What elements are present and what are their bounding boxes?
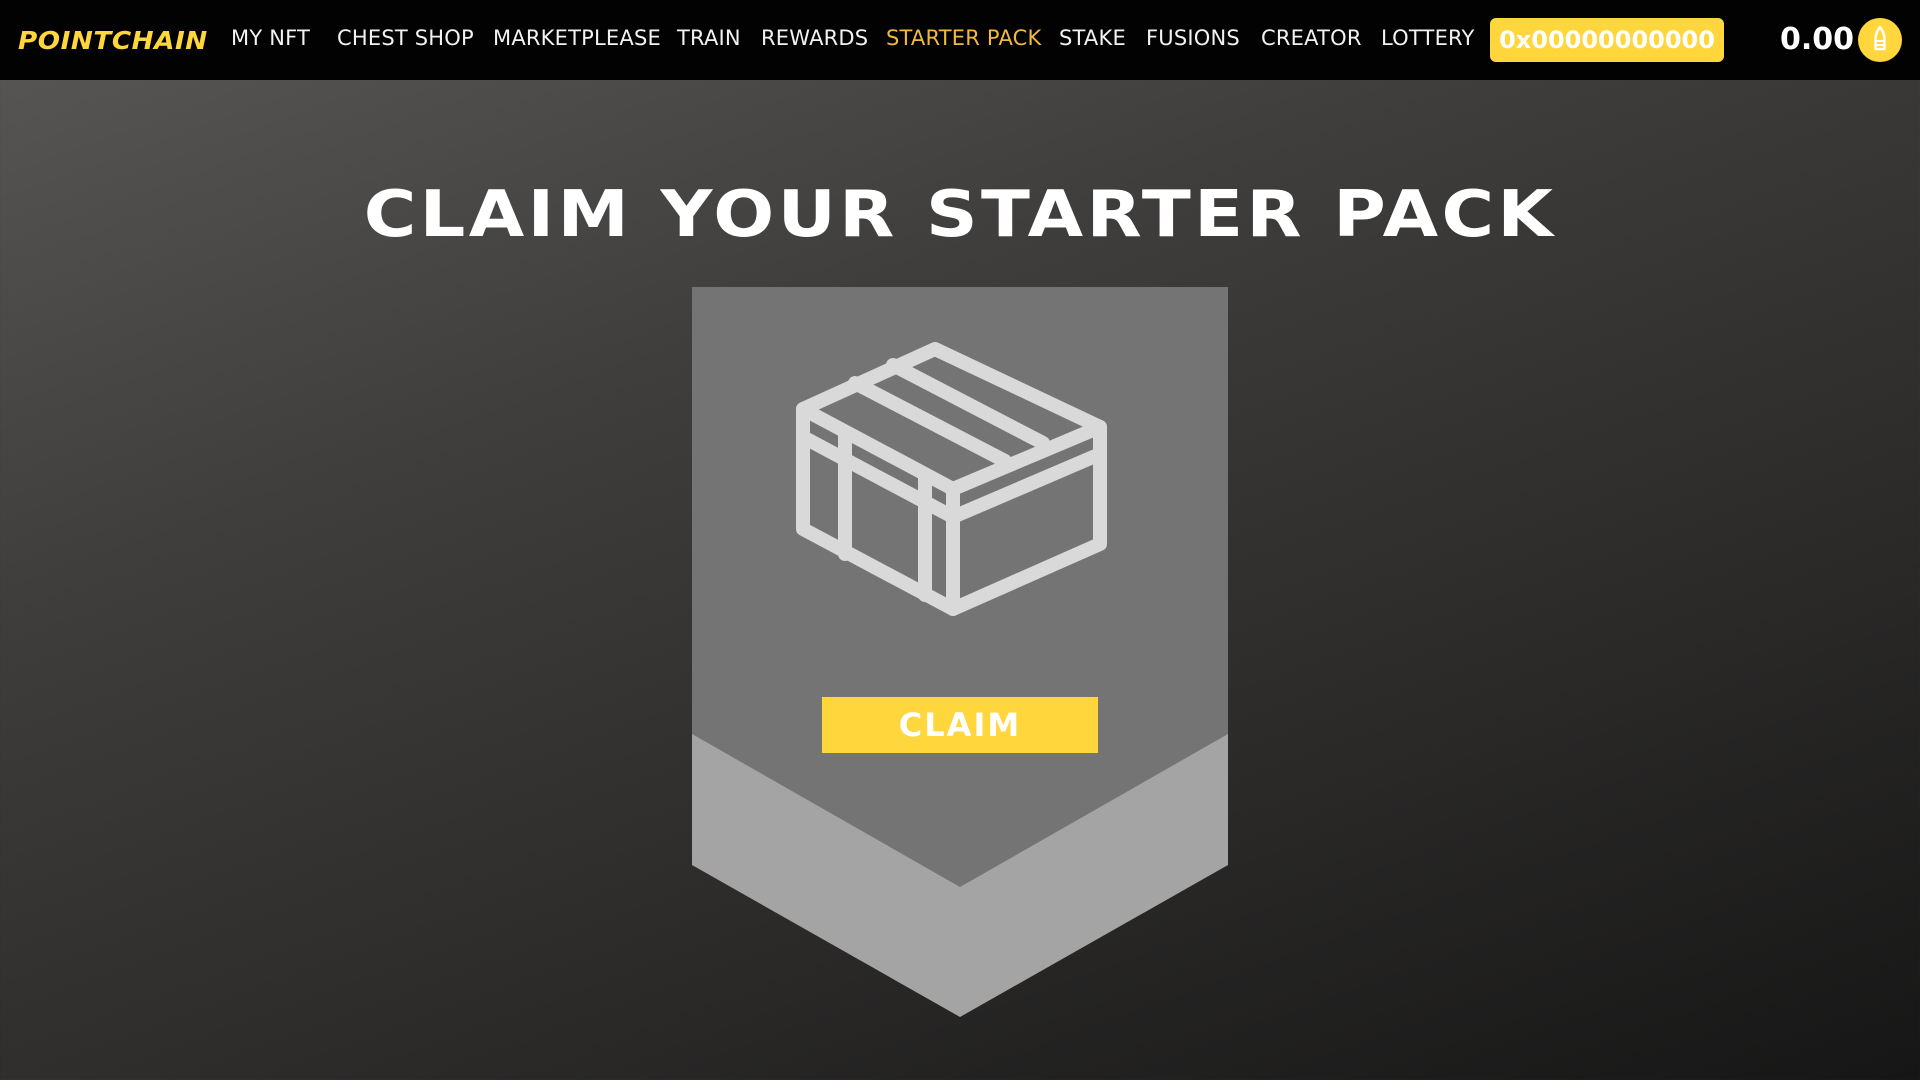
nav-item-lottery[interactable]: LOTTERY: [1381, 26, 1475, 50]
nav-item-starter-pack[interactable]: STARTER PACK: [886, 26, 1041, 50]
nav-item-marketplease[interactable]: MARKETPLEASE: [493, 26, 661, 50]
page-title: CLAIM YOUR STARTER PACK: [363, 178, 1557, 252]
nav-item-fusions[interactable]: FUSIONS: [1146, 26, 1240, 50]
nav-item-my-nft[interactable]: MY NFT: [231, 26, 310, 50]
token-balance: 0.00: [1780, 22, 1855, 57]
coin-icon: [1858, 18, 1902, 62]
claim-button[interactable]: CLAIM: [822, 697, 1098, 753]
top-navbar: POINTCHAIN MY NFT CHEST SHOP MARKETPLEAS…: [0, 0, 1920, 80]
chest-icon: [796, 342, 1107, 616]
nav-item-train[interactable]: TRAIN: [677, 26, 741, 50]
nav-item-creator[interactable]: CREATOR: [1261, 26, 1362, 50]
starter-pack-card: CLAIM: [692, 287, 1228, 1017]
nav-item-stake[interactable]: STAKE: [1059, 26, 1126, 50]
wallet-address-button[interactable]: 0x00000000000: [1490, 18, 1724, 62]
pointchain-logo[interactable]: POINTCHAIN: [18, 26, 208, 55]
nav-item-rewards[interactable]: REWARDS: [761, 26, 868, 50]
nav-item-chest-shop[interactable]: CHEST SHOP: [337, 26, 474, 50]
